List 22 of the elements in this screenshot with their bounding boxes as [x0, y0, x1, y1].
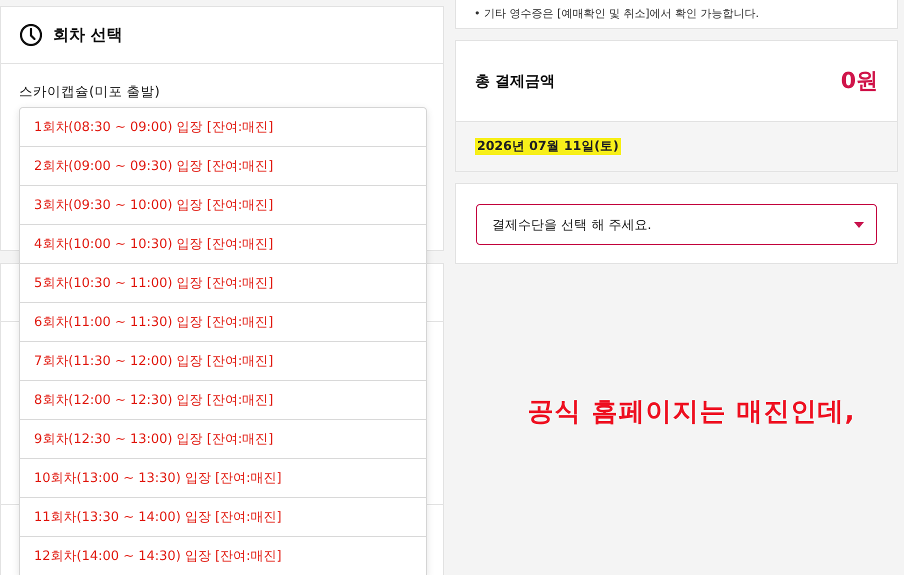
notice-text: • 기타 영수증은 [예매확인 및 취소]에서 확인 가능합니다. — [474, 6, 760, 21]
dropdown-option[interactable]: 10회차(13:00 ~ 13:30) 입장 [잔여:매진] — [20, 459, 426, 498]
dropdown-option[interactable]: 6회차(11:00 ~ 11:30) 입장 [잔여:매진] — [20, 303, 426, 342]
dropdown-option[interactable]: 8회차(12:00 ~ 12:30) 입장 [잔여:매진] — [20, 381, 426, 420]
dropdown-option[interactable]: 9회차(12:30 ~ 13:00) 입장 [잔여:매진] — [20, 420, 426, 459]
date-text: 2026년 07월 11일(토) — [475, 138, 621, 155]
payment-select[interactable]: 결제수단을 선택 해 주세요. — [476, 204, 877, 245]
dropdown-option[interactable]: 7회차(11:30 ~ 12:00) 입장 [잔여:매진] — [20, 342, 426, 381]
dropdown-option[interactable]: 12회차(14:00 ~ 14:30) 입장 [잔여:매진] — [20, 537, 426, 575]
total-label: 총 결제금액 — [475, 72, 556, 90]
section-title: 회차 선택 — [53, 24, 123, 46]
dropdown-option[interactable]: 3회차(09:30 ~ 10:00) 입장 [잔여:매진] — [20, 186, 426, 225]
product-label: 스카이캡슐(미포 출발) — [19, 84, 160, 100]
dropdown-option[interactable]: 11회차(13:30 ~ 14:00) 입장 [잔여:매진] — [20, 498, 426, 537]
dropdown-option[interactable]: 2회차(09:00 ~ 09:30) 입장 [잔여:매진] — [20, 147, 426, 186]
dropdown-option[interactable]: 1회차(08:30 ~ 09:00) 입장 [잔여:매진] — [20, 108, 426, 147]
total-amount: 0원 — [840, 68, 878, 96]
dropdown-option[interactable]: 5회차(10:30 ~ 11:00) 입장 [잔여:매진] — [20, 264, 426, 303]
caret-icon — [854, 222, 864, 228]
clock-icon — [19, 23, 43, 47]
annotation-text: 공식 홈페이지는 매진인데, — [528, 396, 856, 429]
dropdown-option[interactable]: 4회차(10:00 ~ 10:30) 입장 [잔여:매진] — [20, 225, 426, 264]
